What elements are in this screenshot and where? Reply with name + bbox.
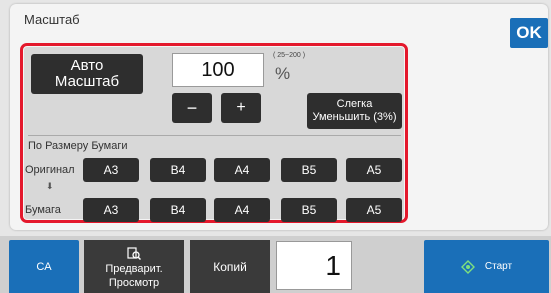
preview-label: Предварит. Просмотр [105, 263, 163, 289]
preview-button[interactable]: Предварит. Просмотр [84, 240, 184, 293]
copies-label: Копий [190, 240, 270, 293]
preview-magnifier-icon [127, 247, 141, 261]
original-size-a3[interactable]: A3 [83, 158, 139, 182]
start-icon [460, 259, 475, 274]
slight-reduce-label: Слегка Уменьшить (3%) [312, 98, 397, 123]
increase-button[interactable]: + [221, 93, 261, 123]
percent-unit: % [275, 64, 291, 83]
auto-zoom-button[interactable]: Авто Масштаб [31, 54, 143, 94]
paper-size-a4[interactable]: A4 [214, 198, 270, 222]
section-divider [28, 135, 401, 136]
clear-all-button[interactable]: CA [9, 240, 79, 293]
down-arrow-icon: ⬇ [46, 181, 54, 191]
original-size-b5[interactable]: B5 [281, 158, 337, 182]
paper-fit-section-label: По Размеру Бумаги [28, 140, 128, 152]
paper-size-a3[interactable]: A3 [83, 198, 139, 222]
auto-zoom-label: Авто Масштаб [54, 57, 120, 90]
paper-row-label: Бумага [25, 204, 61, 216]
original-size-a5[interactable]: A5 [346, 158, 402, 182]
decrease-button[interactable]: − [172, 93, 212, 123]
zoom-range-hint: ( 25~200 ) [273, 52, 306, 59]
zoom-percent-input[interactable]: 100 [172, 53, 264, 87]
original-row-label: Оригинал [25, 164, 75, 176]
dialog-title: Масштаб [24, 12, 80, 27]
start-label: Старт [484, 261, 513, 272]
original-size-a4[interactable]: A4 [214, 158, 270, 182]
ok-button[interactable]: OK [510, 18, 548, 48]
copies-input[interactable]: 1 [276, 241, 352, 290]
paper-size-b4[interactable]: B4 [150, 198, 206, 222]
original-size-b4[interactable]: B4 [150, 158, 206, 182]
slight-reduce-button[interactable]: Слегка Уменьшить (3%) [307, 93, 402, 129]
start-button[interactable]: Старт [424, 240, 549, 293]
paper-size-b5[interactable]: B5 [281, 198, 337, 222]
paper-size-a5[interactable]: A5 [346, 198, 402, 222]
